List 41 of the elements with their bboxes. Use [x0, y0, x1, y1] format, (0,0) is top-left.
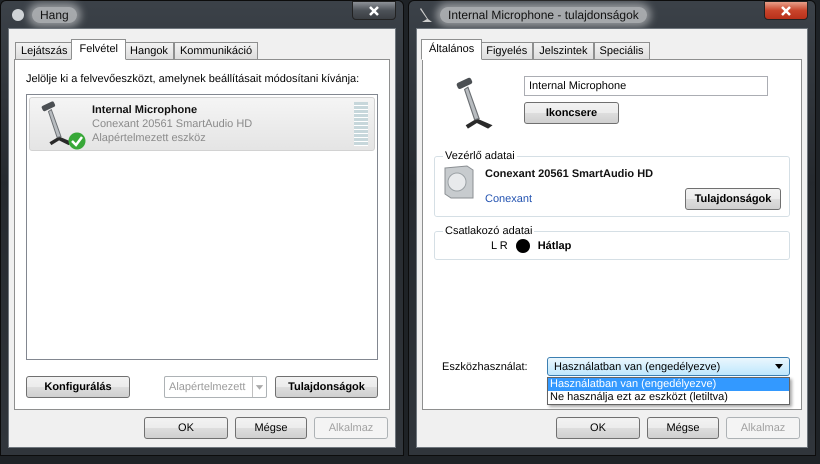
dialog-button[interactable]: OK	[556, 417, 640, 439]
instruction-text: Jelölje ki a felvevőeszközt, amelynek beállításait módosítani kívánja:	[26, 72, 360, 86]
close-icon	[781, 6, 791, 16]
microphone-icon	[418, 6, 434, 22]
close-button[interactable]	[352, 1, 396, 20]
group-title: Vezérlő adatai	[444, 150, 516, 162]
dialog-button[interactable]: Mégse	[647, 417, 719, 439]
caret-icon	[775, 364, 783, 369]
tab[interactable]: Jelszintek	[533, 42, 594, 59]
caret-icon	[252, 377, 266, 397]
device-item[interactable]: Internal Microphone Conexant 20561 SmartAudio HD Alapértelmezett eszköz	[29, 97, 375, 151]
dropdown-option[interactable]: Ne használja ezt az eszközt (letiltva)	[548, 391, 789, 404]
usage-dropdown[interactable]: Használatban van (engedélyezve)	[547, 357, 790, 376]
window-title: Hang	[32, 6, 77, 22]
properties-button[interactable]: Tulajdonságok	[275, 376, 378, 398]
device-name: Internal Microphone	[92, 103, 198, 117]
channel-label: L R	[491, 240, 508, 252]
tab[interactable]: Figyelés	[480, 42, 534, 59]
controller-properties-button[interactable]: Tulajdonságok	[685, 188, 781, 210]
jack-location: Hátlap	[538, 240, 572, 252]
tab[interactable]: Lejátszás	[15, 42, 74, 59]
tab[interactable]: Felvétel	[71, 39, 126, 60]
usage-label: Eszközhasználat:	[442, 360, 528, 372]
device-driver: Conexant 20561 SmartAudio HD	[92, 117, 254, 131]
tab[interactable]: Speciális	[594, 42, 650, 59]
close-button[interactable]	[764, 1, 808, 20]
group-title: Csatlakozó adatai	[444, 225, 534, 237]
controller-name: Conexant 20561 SmartAudio HD	[485, 168, 654, 180]
window-title: Internal Microphone - tulajdonságok	[440, 6, 647, 22]
close-icon	[369, 6, 379, 16]
level-meter	[354, 102, 368, 146]
dialog-button[interactable]: OK	[144, 417, 228, 439]
name-field[interactable]: Internal Microphone	[524, 76, 768, 96]
tab[interactable]: Kommunikáció	[174, 42, 258, 59]
vendor-link[interactable]: Conexant	[485, 193, 532, 205]
change-icon-button[interactable]: Ikoncsere	[524, 102, 619, 124]
tab[interactable]: Általános	[421, 39, 482, 60]
dialog-button[interactable]: Mégse	[235, 417, 307, 439]
tab[interactable]: Hangok	[124, 42, 174, 59]
device-status: Alapértelmezett eszköz	[92, 131, 207, 145]
configure-button[interactable]: Konfigurálás	[26, 376, 130, 398]
